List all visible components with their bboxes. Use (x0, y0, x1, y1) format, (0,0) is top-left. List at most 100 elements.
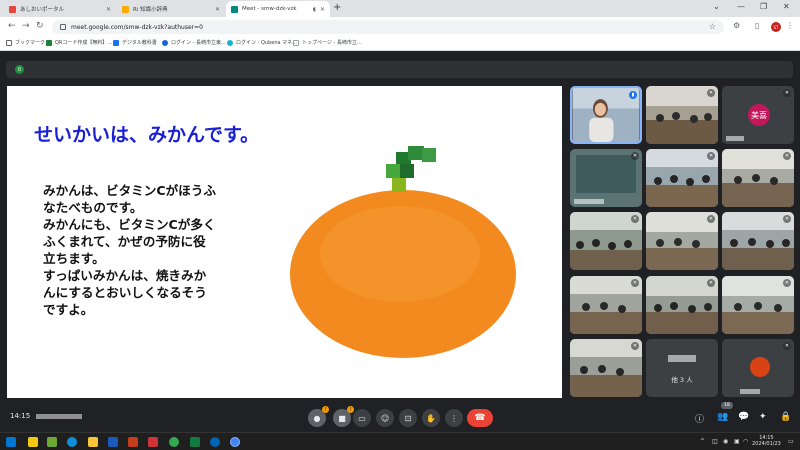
address-bar[interactable]: meet.google.com/smw-dzk-vzk?authuser=0 ☆ (52, 20, 724, 34)
captions-button[interactable]: ▭ (353, 409, 371, 427)
participant-tile[interactable]: ✕ (722, 276, 794, 334)
captions-icon: ▭ (358, 413, 366, 423)
bookmark-label: ログイン - Qubena マネ... (236, 40, 297, 46)
menu-icon[interactable]: ⋮ (786, 21, 794, 30)
powerpoint-icon[interactable] (128, 437, 138, 447)
edge-icon[interactable] (67, 437, 77, 447)
extensions-icon[interactable]: ⚙ (733, 21, 740, 30)
tab-portal[interactable]: あしおいポータル ✕ (4, 1, 116, 17)
participant-tile[interactable]: ✕ (722, 339, 794, 397)
system-clock[interactable]: 14:15 2024/01/23 (752, 435, 781, 447)
others-tile[interactable]: 他 3 人 (646, 339, 718, 397)
sticky-notes-icon[interactable] (28, 437, 38, 447)
wifi-icon[interactable]: ◠ (743, 438, 748, 445)
bookmark-item[interactable]: ログイン - Qubena マネ... (227, 39, 297, 46)
people-icon[interactable]: 👥 (717, 412, 728, 422)
participant-tile[interactable]: ✕ (646, 149, 718, 207)
participant-tile[interactable]: ✕ (570, 149, 642, 207)
chrome-active-icon[interactable] (230, 437, 240, 447)
bookmark-item[interactable]: トップページ - 長崎市立... (293, 39, 362, 46)
meeting-info-icon[interactable]: ⓘ (695, 412, 704, 425)
close-tab-icon[interactable]: ✕ (320, 6, 325, 13)
app-icon[interactable] (47, 437, 57, 447)
participant-tile[interactable]: ✕ (722, 149, 794, 207)
bookmark-item[interactable]: ブックマーク (6, 39, 45, 46)
windows-start-icon[interactable] (6, 437, 16, 447)
slide-body-line: 立ちます。 (43, 251, 105, 266)
app-icon[interactable] (148, 437, 158, 447)
side-panel-icon[interactable]: ▯ (755, 21, 759, 30)
forward-icon[interactable]: → (22, 21, 30, 31)
mic-off-icon: ✕ (783, 279, 791, 287)
participant-tile[interactable]: ✕ (570, 212, 642, 270)
participant-tile[interactable]: ✕ (646, 276, 718, 334)
presenter-badge[interactable]: 0 (15, 65, 24, 74)
hand-icon: ✋ (426, 413, 436, 423)
warning-badge: ! (322, 406, 329, 413)
tab-dictionary[interactable]: Ri 知識小辞典 ✕ (117, 1, 225, 17)
mic-off-icon: ✕ (631, 215, 639, 223)
present-button[interactable]: ⊡ (399, 409, 417, 427)
slide-body-line: すっぱいみかんは、焼きみか (43, 268, 207, 283)
reload-icon[interactable]: ↻ (36, 21, 44, 31)
raise-hand-button[interactable]: ✋ (422, 409, 440, 427)
participant-name-tag (726, 136, 744, 141)
participant-tile-speaking[interactable]: ▮ (570, 86, 642, 144)
restore-icon[interactable]: ❐ (760, 2, 767, 11)
back-icon[interactable]: ← (8, 21, 16, 31)
tray-app-icon[interactable]: ◉ (723, 438, 728, 445)
speaker-icon[interactable]: ◖ (313, 6, 316, 13)
others-count-label: 他 3 人 (671, 376, 693, 384)
more-options-button[interactable]: ⋮ (445, 409, 463, 427)
chat-icon[interactable]: 💬 (738, 412, 749, 422)
excel-icon[interactable] (190, 437, 200, 447)
microphone-button[interactable]: ● ! (308, 406, 329, 427)
participant-tile[interactable]: ✕ (646, 86, 718, 144)
tray-app-icon[interactable]: ▣ (734, 438, 740, 445)
meeting-controls: 14:15 ● ! ■ ! ▭ ☺ ⊡ ✋ ⋮ ☎ ⓘ 👥 💬 ✦ 🔒 (0, 404, 800, 432)
notification-icon[interactable]: ▭ (788, 438, 794, 445)
activities-icon[interactable]: ✦ (759, 412, 767, 422)
close-tab-icon[interactable]: ✕ (106, 6, 111, 13)
tab-search-icon[interactable]: ⌄ (713, 2, 720, 11)
site-info-icon[interactable] (60, 24, 66, 30)
leave-call-button[interactable]: ☎ (467, 409, 493, 427)
bookmark-star-icon[interactable]: ☆ (709, 22, 716, 31)
participant-tile[interactable]: ✕ (570, 339, 642, 397)
camera-icon: ■ (338, 413, 346, 423)
reactions-button[interactable]: ☺ (376, 409, 394, 427)
mic-off-icon: ✕ (707, 279, 715, 287)
slide-body-line: ですよ。 (43, 302, 94, 317)
tray-app-icon[interactable]: ◫ (712, 438, 718, 445)
close-window-icon[interactable]: ✕ (783, 2, 790, 11)
profile-avatar[interactable]: ST (771, 22, 781, 32)
bookmark-item[interactable]: QRコード作成【無料】... (46, 39, 112, 46)
close-tab-icon[interactable]: ✕ (215, 6, 220, 13)
participant-tile[interactable]: ✕ (570, 276, 642, 334)
file-explorer-icon[interactable] (88, 437, 98, 447)
bookmark-item[interactable]: デジタル教科書 (113, 39, 157, 46)
tray-overflow-icon[interactable]: ^ (700, 438, 705, 445)
new-tab-icon[interactable]: + (333, 2, 341, 13)
camera-button[interactable]: ■ ! (333, 406, 354, 427)
bookmark-item[interactable]: ログイン - 長崎市立東... (162, 39, 226, 46)
word-icon[interactable] (108, 437, 118, 447)
app-icon[interactable] (210, 437, 220, 447)
mandarin-orange-illustration (290, 146, 516, 358)
leaf (422, 148, 436, 162)
slide-body-line: ふくまれて、かぜの予防に役 (43, 234, 206, 249)
mic-off-icon: ✕ (783, 89, 791, 97)
chrome-icon[interactable] (169, 437, 179, 447)
participant-tile-avatar[interactable]: 美喜 ✕ (722, 86, 794, 144)
participant-avatar: 美喜 (748, 104, 770, 126)
minimize-icon[interactable]: — (737, 2, 745, 11)
tab-meet[interactable]: Meet - smw-dzk-vzk ◖ ✕ (226, 1, 330, 17)
orange-highlight (320, 206, 480, 302)
participant-tile[interactable]: ✕ (722, 212, 794, 270)
slide-body-line: んにするとおいしくなるそう (43, 285, 207, 300)
host-controls-icon[interactable]: 🔒 (780, 412, 791, 422)
mic-off-icon: ✕ (707, 89, 715, 97)
portal-favicon-icon (9, 5, 16, 13)
emoji-icon: ☺ (380, 413, 390, 423)
participant-tile[interactable]: ✕ (646, 212, 718, 270)
